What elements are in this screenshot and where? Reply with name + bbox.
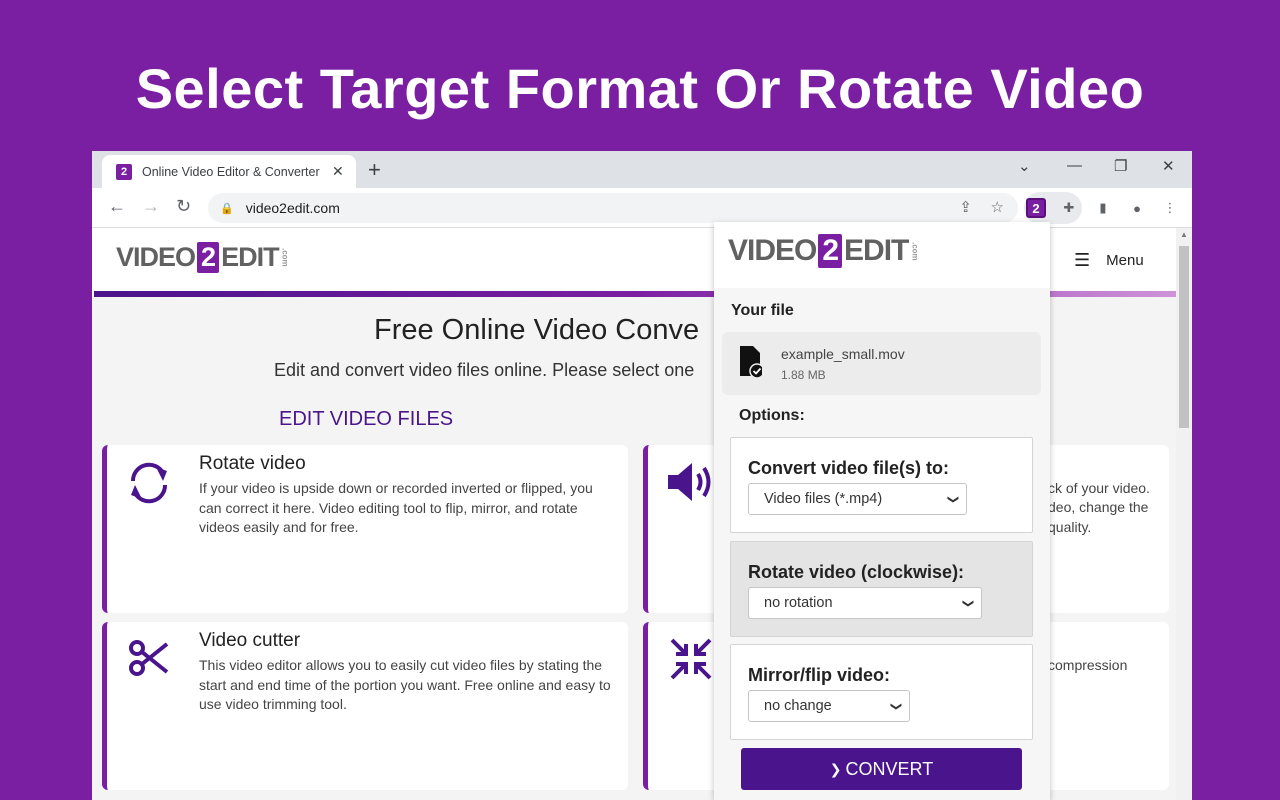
mirror-value: no change [764, 698, 832, 714]
speaker-icon [668, 463, 711, 501]
tab-search-icon[interactable]: ⌄ [1018, 157, 1031, 175]
chevron-down-icon: ❯ [946, 494, 959, 504]
file-item: example_small.mov 1.88 MB [722, 332, 1041, 395]
card-title: Video cutter [199, 630, 301, 651]
chevron-down-icon: ❯ [889, 701, 902, 711]
scroll-thumb[interactable] [1179, 246, 1189, 428]
rotate-icon [130, 462, 168, 504]
card-text: If your video is upside down or recorded… [199, 480, 593, 535]
section-title: EDIT VIDEO FILES [279, 408, 454, 430]
more-menu-icon[interactable]: ⋮ [1160, 198, 1180, 218]
reload-icon[interactable]: ↻ [176, 196, 191, 217]
rotation-value: no rotation [764, 595, 833, 611]
favicon-icon: 2 [116, 163, 132, 180]
close-window-icon[interactable]: ✕ [1162, 157, 1175, 175]
logo-com: .com [280, 248, 290, 267]
card-text-fragment: compression [1048, 657, 1128, 673]
logo-video: VIDEO [116, 242, 196, 272]
rotate-label: Rotate video (clockwise): [748, 562, 965, 582]
tab-video2edit[interactable]: 2 Online Video Editor & Converter ✕ [102, 155, 356, 188]
side-panel-icon[interactable]: ▮ [1093, 198, 1113, 218]
convert-button[interactable]: ❯ CONVERT [741, 748, 1022, 790]
minimize-icon[interactable]: — [1067, 157, 1082, 174]
hero-title: Free Online Video Conve [374, 314, 700, 346]
logo-com: .com [910, 241, 920, 261]
site-logo[interactable]: VIDEO 2 EDIT .com [116, 242, 290, 273]
mirror-option: Mirror/flip video: no change ❯ [730, 644, 1033, 740]
target-format-select[interactable]: Video files (*.mp4) ❯ [748, 483, 967, 515]
file-size: 1.88 MB [781, 368, 826, 382]
card-text-fragment: quality. [1048, 519, 1092, 535]
options-label: Options: [739, 407, 805, 424]
card-text-fragment: ck of your video. [1048, 480, 1150, 496]
forward-icon[interactable]: → [142, 196, 160, 217]
rotation-select[interactable]: no rotation ❯ [748, 587, 982, 619]
mirror-label: Mirror/flip video: [748, 665, 891, 685]
file-name: example_small.mov [781, 346, 905, 362]
chevron-right-icon: ❯ [829, 760, 842, 777]
target-format-value: Video files (*.mp4) [764, 491, 883, 507]
popup-header: VIDEO 2 EDIT .com [714, 222, 1050, 288]
convert-format-label: Convert video file(s) to: [748, 458, 950, 478]
extensions-puzzle-icon[interactable]: ✚ [1059, 198, 1079, 218]
share-icon[interactable]: ⇪ [959, 198, 972, 216]
convert-button-label: CONVERT [845, 758, 934, 779]
lock-icon[interactable]: 🔒 [220, 202, 234, 215]
logo-two: 2 [197, 242, 220, 273]
your-file-label: Your file [731, 302, 794, 319]
scroll-up-icon[interactable]: ▲ [1180, 230, 1188, 239]
logo-edit: EDIT [844, 234, 909, 267]
logo-edit: EDIT [221, 242, 280, 272]
file-check-icon [740, 346, 762, 378]
menu-label: Menu [1106, 252, 1144, 269]
url-text[interactable]: video2edit.com [246, 200, 340, 216]
tab-title: Online Video Editor & Converter [142, 164, 320, 179]
popup-logo: VIDEO 2 EDIT .com [728, 234, 919, 268]
new-tab-button[interactable]: + [368, 157, 381, 183]
video2edit-extension-icon[interactable]: 2 [1026, 198, 1046, 218]
card-title: Rotate video [199, 453, 306, 474]
card-text-fragment: deo, change the [1048, 499, 1149, 515]
hamburger-icon: ☰ [1074, 250, 1091, 270]
tab-strip: 2 Online Video Editor & Converter ✕ + ⌄ … [92, 151, 1192, 188]
profile-avatar-icon[interactable]: ● [1127, 198, 1147, 218]
address-bar[interactable]: 🔒 video2edit.com ⇪ ☆ [208, 193, 1018, 223]
card-video-cutter[interactable]: Video cutter This video editor allows yo… [102, 622, 628, 790]
card-rotate-video[interactable]: Rotate video If your video is upside dow… [102, 445, 628, 613]
card-text: This video editor allows you to easily c… [199, 657, 611, 712]
mirror-select[interactable]: no change ❯ [748, 690, 910, 722]
logo-video: VIDEO [728, 234, 817, 267]
convert-format-option: Convert video file(s) to: Video files (*… [730, 437, 1033, 533]
headline: Select Target Format Or Rotate Video [135, 57, 1145, 120]
tab-close-icon[interactable]: ✕ [332, 163, 344, 180]
rotate-option: Rotate video (clockwise): no rotation ❯ [730, 541, 1033, 637]
logo-two: 2 [818, 234, 843, 268]
hero-subtitle: Edit and convert video files online. Ple… [274, 360, 695, 380]
restore-icon[interactable]: ❐ [1114, 157, 1127, 175]
chevron-down-icon: ❯ [961, 598, 974, 608]
compress-icon [670, 638, 712, 680]
page-scrollbar[interactable]: ▲ [1176, 228, 1192, 800]
back-icon[interactable]: ← [108, 196, 126, 217]
extension-popup: VIDEO 2 EDIT .com Your file example_smal… [714, 222, 1050, 800]
menu-button[interactable]: ☰ Menu [1074, 250, 1144, 271]
bookmark-star-icon[interactable]: ☆ [991, 198, 1004, 216]
scissors-icon [129, 640, 169, 676]
